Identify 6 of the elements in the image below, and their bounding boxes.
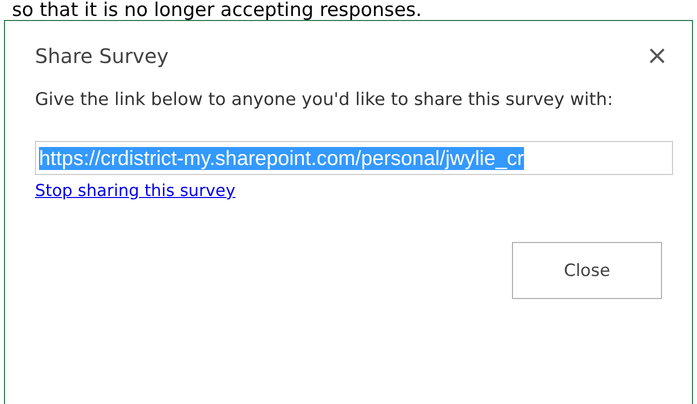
body-text: so that it is no longer accepting responses.	[12, 0, 422, 20]
close-button[interactable]: ×	[642, 43, 672, 69]
stop-sharing-link[interactable]: Stop sharing this survey	[35, 181, 236, 200]
dialog-message: Give the link below to anyone you'd like to share this survey with:	[35, 89, 614, 112]
dialog-title: Share Survey	[35, 44, 169, 68]
close-dialog-button[interactable]: Close	[512, 242, 662, 299]
